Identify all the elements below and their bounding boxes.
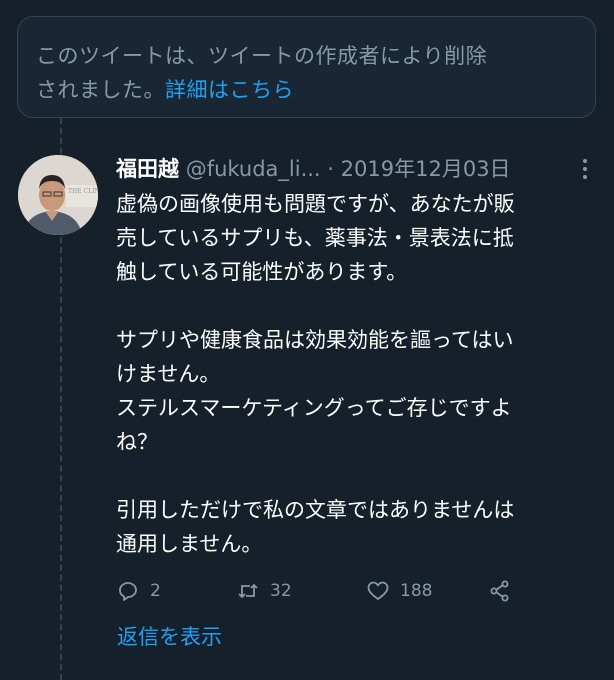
like-button[interactable]: 188 xyxy=(366,574,432,608)
share-button[interactable] xyxy=(488,574,522,608)
show-replies-link[interactable]: 返信を表示 xyxy=(117,620,222,654)
more-vertical-icon[interactable] xyxy=(580,157,590,181)
reply-button[interactable]: 2 xyxy=(116,574,161,608)
tweet-header: 福田越 @fukuda_li... · 2019年12月03日 xyxy=(116,152,586,186)
tweet-text: 虚偽の画像使用も問題ですが、あなたが販 売しているサプリも、薬事法・景表法に抵 … xyxy=(116,187,602,561)
share-icon xyxy=(490,580,509,602)
deleted-tweet-notice: このツイートは、ツイートの作成者により削除 されました。詳細はこちら xyxy=(17,16,596,118)
tweet-date[interactable]: 2019年12月03日 xyxy=(341,157,511,181)
tweet-paragraph: サプリや健康食品は効果効能を謳ってはい けません。 ステルスマーケティングってご… xyxy=(116,328,514,454)
like-count: 188 xyxy=(400,581,433,601)
tweet-paragraph: 引用しただけで私の文章ではありませんは 通用しません。 xyxy=(116,498,515,556)
heart-icon xyxy=(367,581,389,600)
author-handle[interactable]: @fukuda_li... xyxy=(186,157,321,181)
retweet-button[interactable]: 32 xyxy=(236,574,292,608)
deleted-notice-text: されました。 xyxy=(36,78,165,102)
header-separator: · xyxy=(327,157,334,181)
tweet-actions: 2 32 188 xyxy=(116,574,536,608)
svg-text:THE CLINI: THE CLINI xyxy=(68,188,98,195)
avatar[interactable]: THE CLINI xyxy=(18,155,98,235)
tweet-blank-line xyxy=(116,459,602,493)
tweet-blank-line xyxy=(116,289,602,323)
retweet-icon xyxy=(238,583,258,599)
deleted-notice-line2: されました。詳細はこちら xyxy=(36,73,577,107)
learn-more-link[interactable]: 詳細はこちら xyxy=(165,78,294,102)
author-name[interactable]: 福田越 xyxy=(116,157,179,181)
reply-icon xyxy=(119,582,137,601)
tweet-paragraph: 虚偽の画像使用も問題ですが、あなたが販 売しているサプリも、薬事法・景表法に抵 … xyxy=(116,192,515,284)
avatar-photo: THE CLINI xyxy=(18,155,98,235)
reply-count: 2 xyxy=(150,581,161,601)
deleted-notice-line1: このツイートは、ツイートの作成者により削除 xyxy=(36,44,488,68)
retweet-count: 32 xyxy=(270,581,292,601)
